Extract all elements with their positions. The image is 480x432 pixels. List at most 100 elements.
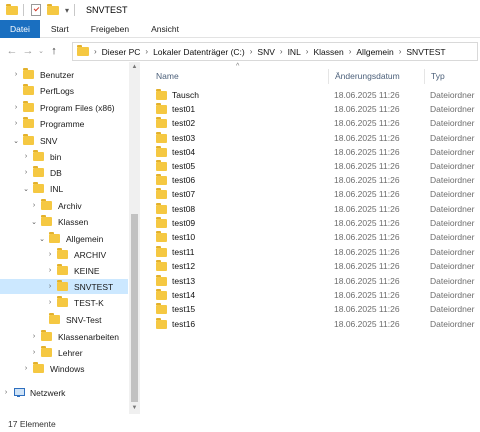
breadcrumb-allgemein[interactable]: Allgemein	[356, 47, 393, 57]
chevron-right-icon[interactable]: ›	[22, 153, 30, 160]
nav-item-perflogs[interactable]: PerfLogs	[0, 83, 128, 98]
chevron-right-icon[interactable]: ›	[2, 389, 10, 396]
nav-item-klassen[interactable]: ⌄ Klassen	[0, 214, 128, 229]
file-row[interactable]: test15 18.06.2025 11:26 Dateiordner	[148, 302, 480, 316]
column-header-type[interactable]: Typ	[424, 69, 480, 84]
nav-item-label: TEST-K	[74, 297, 104, 308]
breadcrumb-snvtest[interactable]: SNVTEST	[406, 47, 445, 57]
tab-view[interactable]: Ansicht	[140, 20, 190, 38]
breadcrumb-snv[interactable]: SNV	[257, 47, 274, 57]
chevron-down-icon[interactable]: ⌄	[30, 218, 38, 226]
nav-item-snv-test[interactable]: SNV-Test	[0, 312, 128, 327]
file-row[interactable]: test16 18.06.2025 11:26 Dateiordner	[148, 317, 480, 331]
nav-item-program-files-x86[interactable]: › Program Files (x86)	[0, 100, 128, 115]
scrollbar-thumb[interactable]	[131, 214, 138, 402]
file-name: test13	[172, 276, 196, 286]
chevron-right-icon[interactable]: ›	[306, 47, 309, 56]
nav-item-test-k[interactable]: › TEST-K	[0, 295, 128, 310]
tab-start[interactable]: Start	[40, 20, 80, 38]
breadcrumb-inl[interactable]: INL	[288, 47, 301, 57]
file-row[interactable]: test01 18.06.2025 11:26 Dateiordner	[148, 102, 480, 116]
chevron-right-icon[interactable]: ›	[145, 47, 148, 56]
chevron-down-icon[interactable]: ⌄	[12, 137, 20, 145]
file-row[interactable]: test13 18.06.2025 11:26 Dateiordner	[148, 274, 480, 288]
chevron-right-icon[interactable]: ›	[250, 47, 253, 56]
chevron-right-icon[interactable]: ›	[30, 333, 38, 340]
folder-icon	[33, 362, 44, 373]
breadcrumb-klassen[interactable]: Klassen	[313, 47, 343, 57]
nav-item-benutzer[interactable]: › Benutzer	[0, 67, 128, 82]
breadcrumb-this-pc[interactable]: Dieser PC	[102, 47, 141, 57]
chevron-right-icon[interactable]: ›	[46, 267, 54, 274]
chevron-right-icon[interactable]: ›	[46, 283, 54, 290]
chevron-right-icon[interactable]: ›	[12, 71, 20, 78]
scroll-up-icon[interactable]: ▲	[129, 62, 140, 73]
file-row[interactable]: test11 18.06.2025 11:26 Dateiordner	[148, 245, 480, 259]
chevron-right-icon[interactable]: ›	[22, 169, 30, 176]
nav-item-lehrer[interactable]: › Lehrer	[0, 345, 128, 360]
nav-item-programme[interactable]: › Programme	[0, 116, 128, 131]
file-row[interactable]: test03 18.06.2025 11:26 Dateiordner	[148, 131, 480, 145]
folder-icon	[156, 173, 167, 185]
nav-item-bin[interactable]: › bin	[0, 149, 128, 164]
file-row[interactable]: test07 18.06.2025 11:26 Dateiordner	[148, 187, 480, 201]
chevron-right-icon[interactable]: ›	[22, 365, 30, 372]
up-button[interactable]: ↑	[46, 42, 62, 60]
new-folder-icon[interactable]	[47, 3, 59, 15]
nav-item-archiv-upper[interactable]: › ARCHIV	[0, 247, 128, 262]
chevron-right-icon[interactable]: ›	[94, 47, 97, 56]
file-row[interactable]: test14 18.06.2025 11:26 Dateiordner	[148, 288, 480, 302]
chevron-down-icon: ⌄	[38, 48, 44, 55]
back-button[interactable]: ←	[4, 42, 20, 60]
nav-item-db[interactable]: › DB	[0, 165, 128, 180]
navigation-bar: ← → ⌄ ↑ › Dieser PC › Lokaler Datenträge…	[0, 40, 480, 62]
file-row[interactable]: test10 18.06.2025 11:26 Dateiordner	[148, 230, 480, 244]
file-row[interactable]: test08 18.06.2025 11:26 Dateiordner	[148, 202, 480, 216]
chevron-right-icon[interactable]: ›	[349, 47, 352, 56]
file-row[interactable]: test06 18.06.2025 11:26 Dateiordner	[148, 173, 480, 187]
forward-button[interactable]: →	[20, 42, 36, 60]
chevron-right-icon[interactable]: ›	[12, 104, 20, 111]
file-row[interactable]: test12 18.06.2025 11:26 Dateiordner	[148, 259, 480, 273]
nav-item-label: Klassenarbeiten	[58, 331, 119, 342]
nav-item-allgemein[interactable]: ⌄ Allgemein	[0, 231, 128, 246]
chevron-right-icon[interactable]: ›	[30, 202, 38, 209]
column-header-date[interactable]: Änderungsdatum	[328, 69, 424, 84]
chevron-right-icon[interactable]: ›	[280, 47, 283, 56]
nav-item-inl[interactable]: ⌄ INL	[0, 181, 128, 196]
properties-icon[interactable]	[31, 4, 41, 16]
recent-locations-button[interactable]: ⌄	[36, 42, 46, 60]
file-row[interactable]: test04 18.06.2025 11:26 Dateiordner	[148, 145, 480, 159]
chevron-right-icon[interactable]: ›	[46, 251, 54, 258]
chevron-down-icon[interactable]: ⌄	[38, 235, 46, 243]
folder-icon	[33, 182, 44, 193]
file-date: 18.06.2025 11:26	[334, 290, 400, 300]
address-bar[interactable]: › Dieser PC › Lokaler Datenträger (C:) ›…	[72, 42, 478, 61]
tab-file[interactable]: Datei	[0, 20, 40, 38]
nav-item-keine[interactable]: › KEINE	[0, 263, 128, 278]
tab-share[interactable]: Freigeben	[80, 20, 140, 38]
file-row[interactable]: test02 18.06.2025 11:26 Dateiordner	[148, 116, 480, 130]
chevron-right-icon[interactable]: ›	[399, 47, 402, 56]
customize-toolbar-icon[interactable]: ▾	[65, 6, 69, 15]
file-row[interactable]: test05 18.06.2025 11:26 Dateiordner	[148, 159, 480, 173]
file-row[interactable]: Tausch 18.06.2025 11:26 Dateiordner	[148, 88, 480, 102]
file-name: test11	[172, 247, 195, 257]
file-type: Dateiordner	[430, 218, 475, 228]
column-header-name[interactable]: Name	[156, 69, 326, 84]
nav-item-windows[interactable]: › Windows	[0, 361, 128, 376]
nav-item-netzwerk[interactable]: › Netzwerk	[0, 385, 128, 400]
nav-scrollbar[interactable]: ▲ ▼	[129, 62, 140, 414]
file-date: 18.06.2025 11:26	[334, 304, 400, 314]
nav-item-snv[interactable]: ⌄ SNV	[0, 133, 128, 148]
chevron-right-icon[interactable]: ›	[30, 349, 38, 356]
chevron-right-icon[interactable]: ›	[12, 120, 20, 127]
file-row[interactable]: test09 18.06.2025 11:26 Dateiordner	[148, 216, 480, 230]
nav-item-klassenarbeiten[interactable]: › Klassenarbeiten	[0, 329, 128, 344]
chevron-down-icon[interactable]: ⌄	[22, 185, 30, 193]
nav-item-archiv[interactable]: › Archiv	[0, 198, 128, 213]
breadcrumb-drive-c[interactable]: Lokaler Datenträger (C:)	[153, 47, 245, 57]
nav-item-snvtest[interactable]: › SNVTEST	[0, 279, 128, 294]
scroll-down-icon[interactable]: ▼	[129, 403, 140, 414]
chevron-right-icon[interactable]: ›	[46, 299, 54, 306]
